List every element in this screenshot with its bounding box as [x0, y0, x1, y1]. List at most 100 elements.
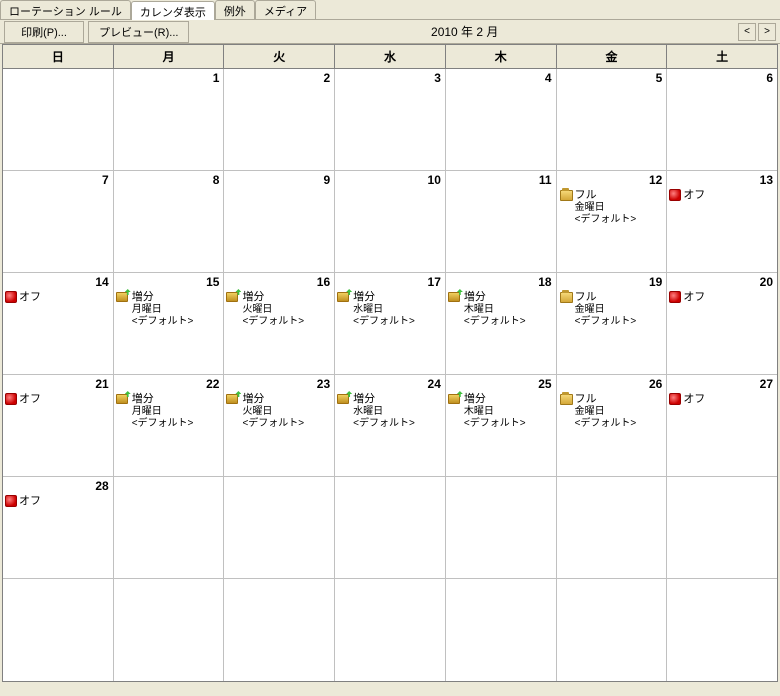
day-number: 14 [95, 275, 108, 289]
entry-sub1: 火曜日 [242, 304, 304, 316]
calendar-entry[interactable]: 増分水曜日<デフォルト> [337, 393, 443, 430]
calendar-cell[interactable]: 12フル金曜日<デフォルト> [557, 171, 668, 272]
calendar-cell[interactable]: 10 [335, 171, 446, 272]
calendar-cell[interactable] [667, 579, 777, 681]
calendar-entry[interactable]: 増分火曜日<デフォルト> [226, 291, 332, 328]
calendar-row: 21オフ 22 増分月曜日<デフォルト> 23増分火曜日<デフォルト>24増分水曜日<… [3, 375, 777, 477]
preview-button[interactable]: プレビュー(R)... [88, 21, 189, 43]
weekday-header: 木 [446, 45, 557, 68]
calendar-cell[interactable]: 3 [335, 69, 446, 170]
entry-label: オフ [19, 393, 41, 406]
day-number: 22 [206, 377, 219, 391]
calendar-cell[interactable] [114, 477, 225, 578]
calendar-entry[interactable]: 増分月曜日<デフォルト> [116, 393, 222, 430]
tab-2[interactable]: 例外 [215, 0, 255, 19]
calendar-cell[interactable]: 20オフ [667, 273, 777, 374]
calendar-cell[interactable] [3, 69, 114, 170]
day-number: 19 [649, 275, 662, 289]
calendar-entry[interactable]: 増分水曜日<デフォルト> [337, 291, 443, 328]
tab-3[interactable]: メディア [255, 0, 316, 19]
calendar-cell[interactable] [224, 579, 335, 681]
calendar-cell[interactable] [557, 477, 668, 578]
calendar-cell[interactable]: 18 増分木曜日<デフォルト> [446, 273, 557, 374]
entry-sub1: 水曜日 [353, 406, 415, 418]
entry-sub2: <デフォルト> [575, 214, 637, 226]
entry-sub1: 金曜日 [575, 304, 637, 316]
inc-icon [116, 393, 130, 404]
calendar-cell[interactable]: 1 [114, 69, 225, 170]
entry-sub1: 木曜日 [464, 406, 526, 418]
calendar-cell[interactable]: 14 オフ [3, 273, 114, 374]
calendar-cell[interactable]: 7 [3, 171, 114, 272]
entry-sub2: <デフォルト> [575, 418, 637, 430]
calendar-cell[interactable]: 17 増分水曜日<デフォルト> [335, 273, 446, 374]
calendar-cell[interactable]: 22 増分月曜日<デフォルト> [114, 375, 225, 476]
calendar-cell[interactable]: 6 [667, 69, 777, 170]
entry-label: 増分 [464, 291, 526, 304]
calendar-cell[interactable]: 8 [114, 171, 225, 272]
day-number: 8 [213, 173, 220, 187]
calendar-cell[interactable] [446, 579, 557, 681]
calendar-entry[interactable]: 増分木曜日<デフォルト> [448, 393, 554, 430]
day-number: 17 [428, 275, 441, 289]
tab-0[interactable]: ローテーション ルール [0, 0, 131, 19]
calendar-cell[interactable]: 27オフ [667, 375, 777, 476]
calendar-cell[interactable] [446, 477, 557, 578]
calendar-cell[interactable]: 2 [224, 69, 335, 170]
day-number: 7 [102, 173, 109, 187]
tab-1[interactable]: カレンダ表示 [131, 1, 215, 20]
calendar-cell[interactable] [3, 579, 114, 681]
day-number: 5 [656, 71, 663, 85]
calendar-entry[interactable]: オフ [5, 393, 111, 406]
calendar-cell[interactable]: 26フル金曜日<デフォルト> [557, 375, 668, 476]
entry-text: 増分月曜日<デフォルト> [132, 393, 194, 430]
calendar-cell[interactable]: 19 フル金曜日<デフォルト> [557, 273, 668, 374]
calendar-entry[interactable]: オフ [669, 189, 775, 202]
entry-text: 増分月曜日<デフォルト> [132, 291, 194, 328]
calendar-cell[interactable]: 21オフ [3, 375, 114, 476]
calendar-cell[interactable]: 13オフ [667, 171, 777, 272]
day-number: 6 [766, 71, 773, 85]
calendar-entry[interactable]: オフ [5, 495, 111, 508]
calendar-cell[interactable] [667, 477, 777, 578]
calendar-cell[interactable] [335, 579, 446, 681]
calendar-entry[interactable]: オフ [5, 291, 111, 304]
print-button[interactable]: 印刷(P)... [4, 21, 84, 43]
calendar-cell[interactable]: 28オフ [3, 477, 114, 578]
entry-label: 増分 [132, 291, 194, 304]
weekday-header: 日 [3, 45, 114, 68]
entry-text: 増分木曜日<デフォルト> [464, 291, 526, 328]
day-number: 18 [538, 275, 551, 289]
entry-label: オフ [683, 393, 705, 406]
calendar-cell[interactable]: 25増分木曜日<デフォルト> [446, 375, 557, 476]
calendar-entry[interactable]: 増分月曜日<デフォルト> [116, 291, 222, 328]
calendar-entry[interactable]: オフ [669, 291, 775, 304]
calendar-cell[interactable] [557, 579, 668, 681]
calendar-entry[interactable]: オフ [669, 393, 775, 406]
calendar-entry[interactable]: 増分火曜日<デフォルト> [226, 393, 332, 430]
calendar-cell[interactable]: 11 [446, 171, 557, 272]
calendar-cell[interactable]: 23増分火曜日<デフォルト> [224, 375, 335, 476]
entry-sub1: 月曜日 [132, 406, 194, 418]
calendar-cell[interactable] [224, 477, 335, 578]
calendar-cell[interactable]: 4 [446, 69, 557, 170]
prev-month-button[interactable]: < [738, 23, 756, 41]
calendar-entry[interactable]: フル金曜日<デフォルト> [559, 291, 665, 328]
calendar-cell[interactable]: 9 [224, 171, 335, 272]
calendar-cell[interactable]: 16増分火曜日<デフォルト> [224, 273, 335, 374]
calendar-cell[interactable]: 15増分月曜日<デフォルト> [114, 273, 225, 374]
entry-text: 増分木曜日<デフォルト> [464, 393, 526, 430]
off-icon [5, 291, 17, 303]
calendar-entry[interactable]: フル金曜日<デフォルト> [559, 189, 665, 226]
tab-bar: ローテーション ルールカレンダ表示例外メディア [0, 0, 780, 20]
calendar-entry[interactable]: 増分木曜日<デフォルト> [448, 291, 554, 328]
calendar-cell[interactable] [114, 579, 225, 681]
entry-sub2: <デフォルト> [353, 418, 415, 430]
calendar-cell[interactable]: 24増分水曜日<デフォルト> [335, 375, 446, 476]
next-month-button[interactable]: > [758, 23, 776, 41]
entry-text: オフ [683, 291, 705, 304]
entry-sub2: <デフォルト> [132, 418, 194, 430]
calendar-cell[interactable] [335, 477, 446, 578]
calendar-entry[interactable]: フル金曜日<デフォルト> [559, 393, 665, 430]
calendar-cell[interactable]: 5 [557, 69, 668, 170]
